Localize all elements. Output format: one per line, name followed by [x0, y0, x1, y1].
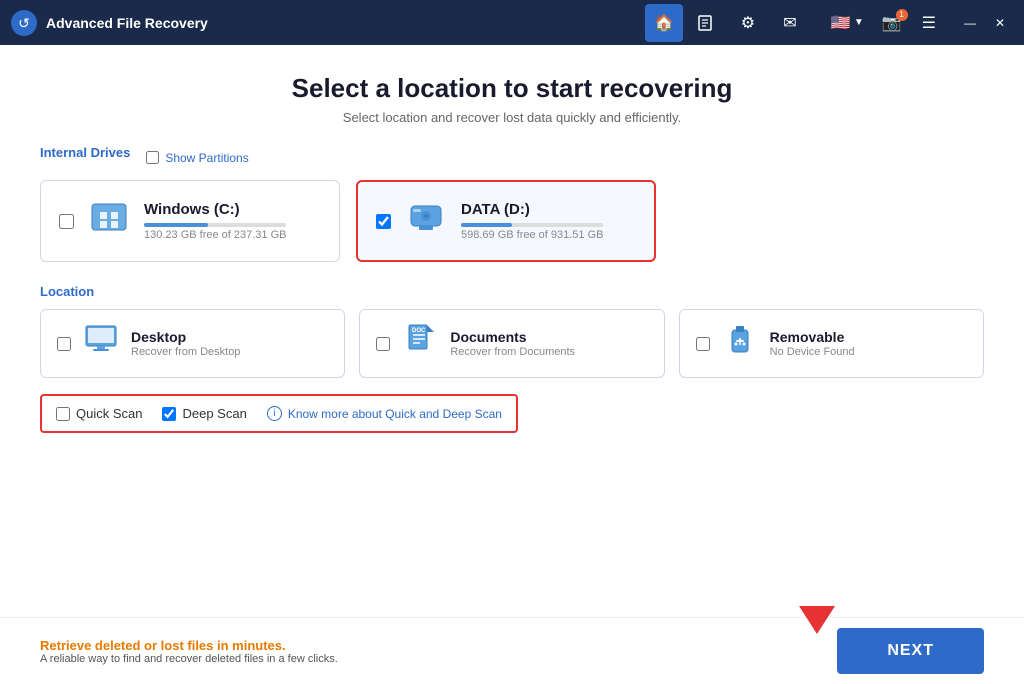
documents-info: Documents Recover from Documents [450, 329, 575, 358]
drive-d-bar-container [461, 223, 603, 227]
show-partitions-toggle[interactable]: Show Partitions [146, 151, 248, 165]
location-card-removable[interactable]: Removable No Device Found [679, 309, 984, 378]
drive-d-name: DATA (D:) [461, 201, 603, 218]
titlebar-right: 🇺🇸 ▼ 📷 1 ☰ — ✕ [825, 9, 1014, 37]
info-icon: i [267, 406, 282, 421]
scan-info-link[interactable]: i Know more about Quick and Deep Scan [267, 406, 502, 421]
deep-scan-checkbox[interactable] [162, 407, 176, 421]
documents-name: Documents [450, 329, 575, 345]
camera-badge: 1 [896, 9, 908, 21]
menu-button[interactable]: ☰ [914, 9, 944, 37]
drive-d-checkbox[interactable] [376, 214, 391, 229]
camera-button[interactable]: 📷 1 [874, 9, 910, 37]
show-partitions-label: Show Partitions [165, 151, 248, 165]
documents-checkbox[interactable] [376, 337, 390, 351]
main-content: Select a location to start recovering Se… [0, 45, 1024, 684]
documents-icon: DOC [402, 322, 438, 365]
next-button[interactable]: NEXT [837, 628, 984, 674]
drive-c-bar-container [144, 223, 286, 227]
removable-sub: No Device Found [770, 346, 855, 358]
removable-icon [722, 322, 758, 365]
svg-text:↺: ↺ [18, 15, 30, 31]
drive-card-d[interactable]: DATA (D:) 598.69 GB free of 931.51 GB [356, 180, 656, 262]
removable-info: Removable No Device Found [770, 329, 855, 358]
quick-scan-label: Quick Scan [76, 406, 142, 421]
show-partitions-checkbox[interactable] [146, 151, 159, 164]
desktop-icon [83, 322, 119, 365]
footer-right: NEXT [817, 628, 984, 674]
nav-search-button[interactable] [687, 4, 725, 42]
nav-mail-button[interactable]: ✉ [771, 4, 809, 42]
nav-bar: 🏠 ⚙ ✉ [645, 4, 809, 42]
desktop-sub: Recover from Desktop [131, 346, 240, 358]
quick-scan-option[interactable]: Quick Scan [56, 406, 142, 421]
close-button[interactable]: ✕ [986, 9, 1014, 37]
footer-subtext: A reliable way to find and recover delet… [40, 653, 338, 665]
removable-name: Removable [770, 329, 855, 345]
flag-dropdown-icon: ▼ [854, 17, 864, 28]
drive-c-bar [144, 223, 208, 227]
documents-sub: Recover from Documents [450, 346, 575, 358]
footer-headline: Retrieve deleted or lost files in minute… [40, 638, 338, 653]
drive-c-info: Windows (C:) 130.23 GB free of 237.31 GB [144, 201, 286, 241]
scan-options: Quick Scan Deep Scan i Know more about Q… [40, 394, 518, 433]
drive-c-space: 130.23 GB free of 237.31 GB [144, 229, 286, 241]
titlebar: ↺ Advanced File Recovery 🏠 ⚙ ✉ 🇺🇸 ▼ 📷 1 … [0, 0, 1024, 45]
drive-d-bar [461, 223, 512, 227]
drive-c-icon [88, 196, 130, 246]
location-card-desktop[interactable]: Desktop Recover from Desktop [40, 309, 345, 378]
drive-d-space: 598.69 GB free of 931.51 GB [461, 229, 603, 241]
location-card-documents[interactable]: DOC Documents Recover from Documents [359, 309, 664, 378]
drive-c-checkbox[interactable] [59, 214, 74, 229]
drive-d-info: DATA (D:) 598.69 GB free of 931.51 GB [461, 201, 603, 241]
desktop-checkbox[interactable] [57, 337, 71, 351]
svg-text:DOC: DOC [412, 328, 426, 334]
flag-icon: 🇺🇸 [831, 13, 851, 33]
red-arrow-icon [799, 606, 835, 634]
quick-scan-checkbox[interactable] [56, 407, 70, 421]
desktop-info: Desktop Recover from Desktop [131, 329, 240, 358]
drive-c-name: Windows (C:) [144, 201, 286, 218]
content-area: Internal Drives Show Partitions [0, 145, 1024, 617]
location-section: Location Desktop [40, 284, 984, 378]
internal-drives-label: Internal Drives [40, 145, 130, 160]
internal-drives-header: Internal Drives Show Partitions [40, 145, 984, 170]
footer-bar: Retrieve deleted or lost files in minute… [0, 617, 1024, 684]
app-title: Advanced File Recovery [46, 15, 637, 31]
app-logo: ↺ [10, 9, 38, 37]
page-title: Select a location to start recovering [20, 73, 1004, 104]
nav-home-button[interactable]: 🏠 [645, 4, 683, 42]
footer-text: Retrieve deleted or lost files in minute… [40, 638, 338, 665]
desktop-name: Desktop [131, 329, 240, 345]
location-label: Location [40, 284, 984, 299]
nav-settings-button[interactable]: ⚙ [729, 4, 767, 42]
language-button[interactable]: 🇺🇸 ▼ [825, 9, 870, 37]
minimize-button[interactable]: — [956, 9, 984, 37]
drives-row: Windows (C:) 130.23 GB free of 237.31 GB [40, 180, 984, 262]
page-subtitle: Select location and recover lost data qu… [20, 110, 1004, 125]
scan-info-label: Know more about Quick and Deep Scan [288, 407, 502, 421]
deep-scan-option[interactable]: Deep Scan [162, 406, 246, 421]
removable-checkbox[interactable] [696, 337, 710, 351]
deep-scan-label: Deep Scan [182, 406, 246, 421]
window-controls: — ✕ [956, 9, 1014, 37]
drive-card-c[interactable]: Windows (C:) 130.23 GB free of 237.31 GB [40, 180, 340, 262]
drive-d-icon [405, 196, 447, 246]
location-cards: Desktop Recover from Desktop [40, 309, 984, 378]
header-section: Select a location to start recovering Se… [0, 45, 1024, 145]
